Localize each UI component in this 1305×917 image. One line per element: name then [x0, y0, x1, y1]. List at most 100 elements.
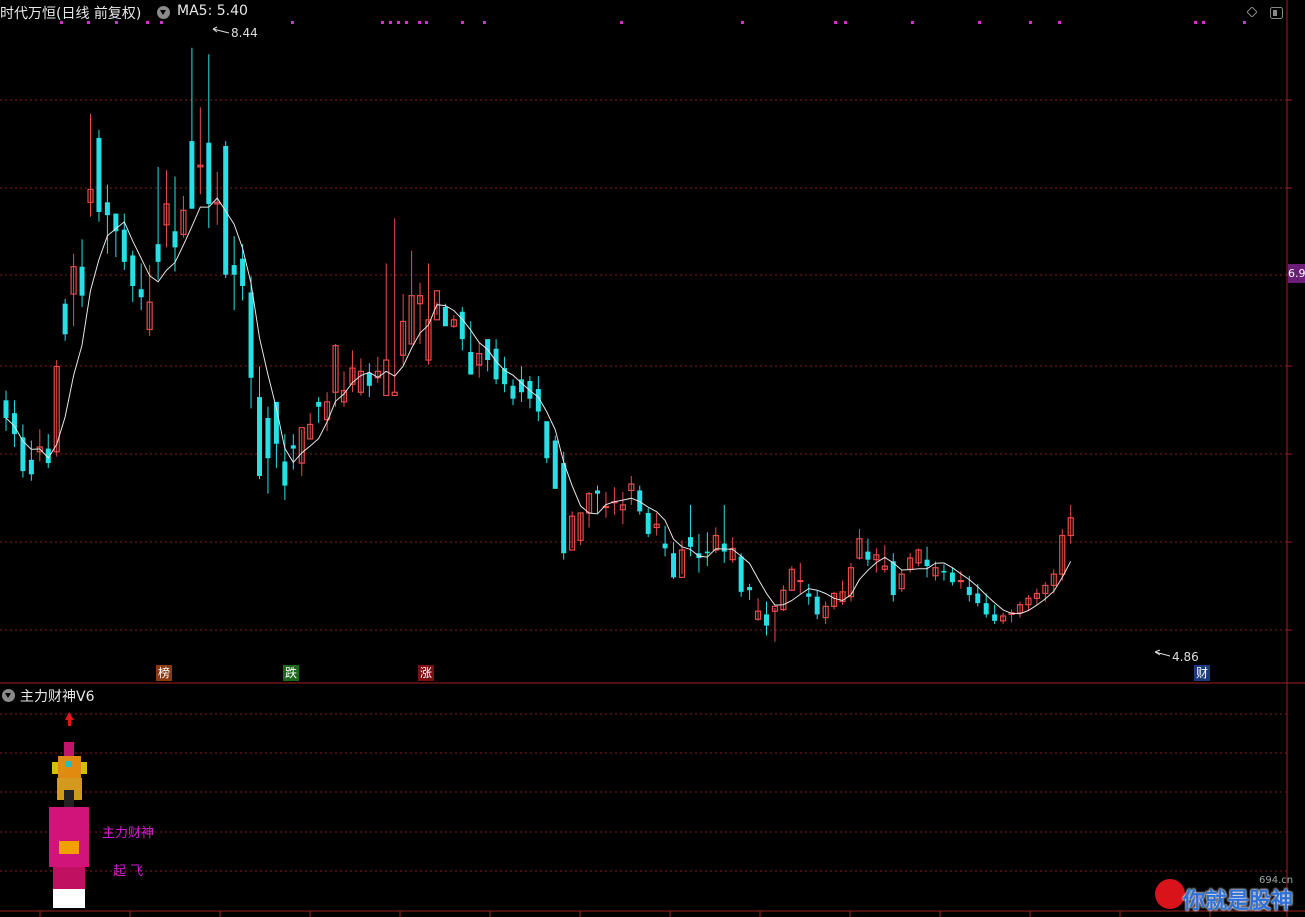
candle-body	[96, 137, 102, 212]
candle-body	[957, 579, 964, 583]
signal-dot	[291, 21, 294, 24]
watermark-text: 你就是股神	[1183, 889, 1294, 914]
candle-body	[544, 421, 550, 459]
signal-dot	[620, 21, 623, 24]
signal-dot	[911, 21, 914, 24]
candle-body	[983, 603, 989, 615]
signal-dot	[425, 21, 428, 24]
candle-body	[949, 572, 955, 583]
candle-body	[3, 400, 9, 418]
candle-body	[383, 359, 390, 397]
high-arrow	[212, 26, 230, 34]
current-price-tag: 6.9	[1288, 264, 1305, 283]
candle-body	[240, 258, 246, 286]
marker-die[interactable]: 跌	[283, 665, 299, 681]
candle-body	[510, 385, 516, 399]
candle-body	[138, 289, 144, 298]
candle-body	[924, 559, 930, 567]
signal-dot	[978, 21, 981, 24]
candle-body	[527, 380, 533, 399]
signal-dot	[146, 21, 149, 24]
signal-dot	[1058, 21, 1061, 24]
low-arrow	[1154, 649, 1171, 657]
candle-body	[721, 543, 727, 552]
signal-dot	[160, 21, 163, 24]
candle-body	[459, 311, 465, 340]
diamond-icon[interactable]	[1247, 7, 1257, 17]
candle-body	[391, 391, 398, 397]
candle-body	[11, 413, 17, 435]
signal-dot	[844, 21, 847, 24]
signal-dot	[1194, 21, 1197, 24]
figure-body	[49, 807, 89, 867]
candle-body	[747, 587, 753, 591]
candle-body	[290, 445, 296, 449]
candle-body	[130, 255, 136, 286]
watermark: 你就是股神 694.cn	[1155, 875, 1305, 917]
candle-body	[814, 596, 820, 615]
signal-dot	[1202, 21, 1205, 24]
candle-body	[797, 579, 804, 583]
watermark-logo-icon	[1155, 879, 1185, 909]
kline-canvas	[0, 0, 1305, 917]
signal-dot	[1029, 21, 1032, 24]
figure-eye	[66, 761, 72, 767]
candle-body	[595, 490, 600, 494]
indicator-toggle-icon[interactable]	[2, 689, 15, 702]
ma-toggle-icon[interactable]	[157, 6, 170, 19]
candle-body	[645, 512, 651, 534]
figure-neck	[64, 790, 74, 808]
ma5-readout: MA5: 5.40	[177, 3, 248, 19]
window-restore-icon[interactable]	[1270, 7, 1283, 19]
candle-body	[316, 401, 322, 407]
candle-body	[248, 292, 254, 378]
signal-dot	[389, 21, 392, 24]
candle-body	[738, 556, 744, 592]
candle-body	[890, 561, 896, 596]
candle-body	[764, 614, 769, 626]
chart-window: 时代万恒(日线 前复权) MA5: 5.40 8.44 4.86 6.9 榜 跌…	[0, 0, 1305, 917]
candle-body	[704, 551, 710, 554]
candle-body	[79, 266, 85, 296]
marker-cai[interactable]: 财	[1194, 665, 1210, 681]
candle-body	[62, 303, 68, 335]
candle-body	[172, 231, 178, 248]
candle-body	[552, 440, 558, 489]
marker-zhang[interactable]: 涨	[418, 665, 434, 681]
candle-body	[561, 463, 567, 554]
candle-body	[265, 418, 271, 459]
candle-body	[121, 229, 127, 262]
candle-body	[206, 142, 212, 204]
candle-body	[257, 397, 262, 476]
signal-dot	[741, 21, 744, 24]
candle-body	[992, 614, 998, 621]
signal-dot	[418, 21, 421, 24]
candle-body	[941, 570, 947, 573]
candle-body	[865, 551, 871, 560]
signal-dot	[483, 21, 486, 24]
figure-belt	[59, 841, 79, 854]
candle-body	[687, 537, 693, 547]
signal-dot	[397, 21, 400, 24]
signal-dot	[834, 21, 837, 24]
signal-dot	[405, 21, 408, 24]
figure-hat	[64, 742, 74, 756]
candle-body	[966, 587, 972, 596]
marker-bang[interactable]: 榜	[156, 665, 172, 681]
indicator-title: 主力财神V6	[20, 689, 95, 705]
candle-body	[155, 244, 161, 262]
figure-base	[53, 889, 85, 908]
candle-body	[282, 461, 288, 486]
signal-dot	[1243, 21, 1246, 24]
watermark-site: 694.cn	[1259, 875, 1294, 886]
candle-body	[975, 593, 981, 604]
indicator-label-takeoff: 起 飞	[113, 864, 144, 879]
indicator-label-main: 主力财神	[102, 826, 155, 841]
signal-dot	[461, 21, 464, 24]
candle-body	[366, 372, 372, 386]
high-annotation: 8.44	[231, 26, 258, 40]
candle-body	[493, 348, 499, 380]
low-annotation: 4.86	[1172, 650, 1199, 664]
candle-body	[104, 202, 110, 216]
figure-legs	[53, 867, 85, 889]
